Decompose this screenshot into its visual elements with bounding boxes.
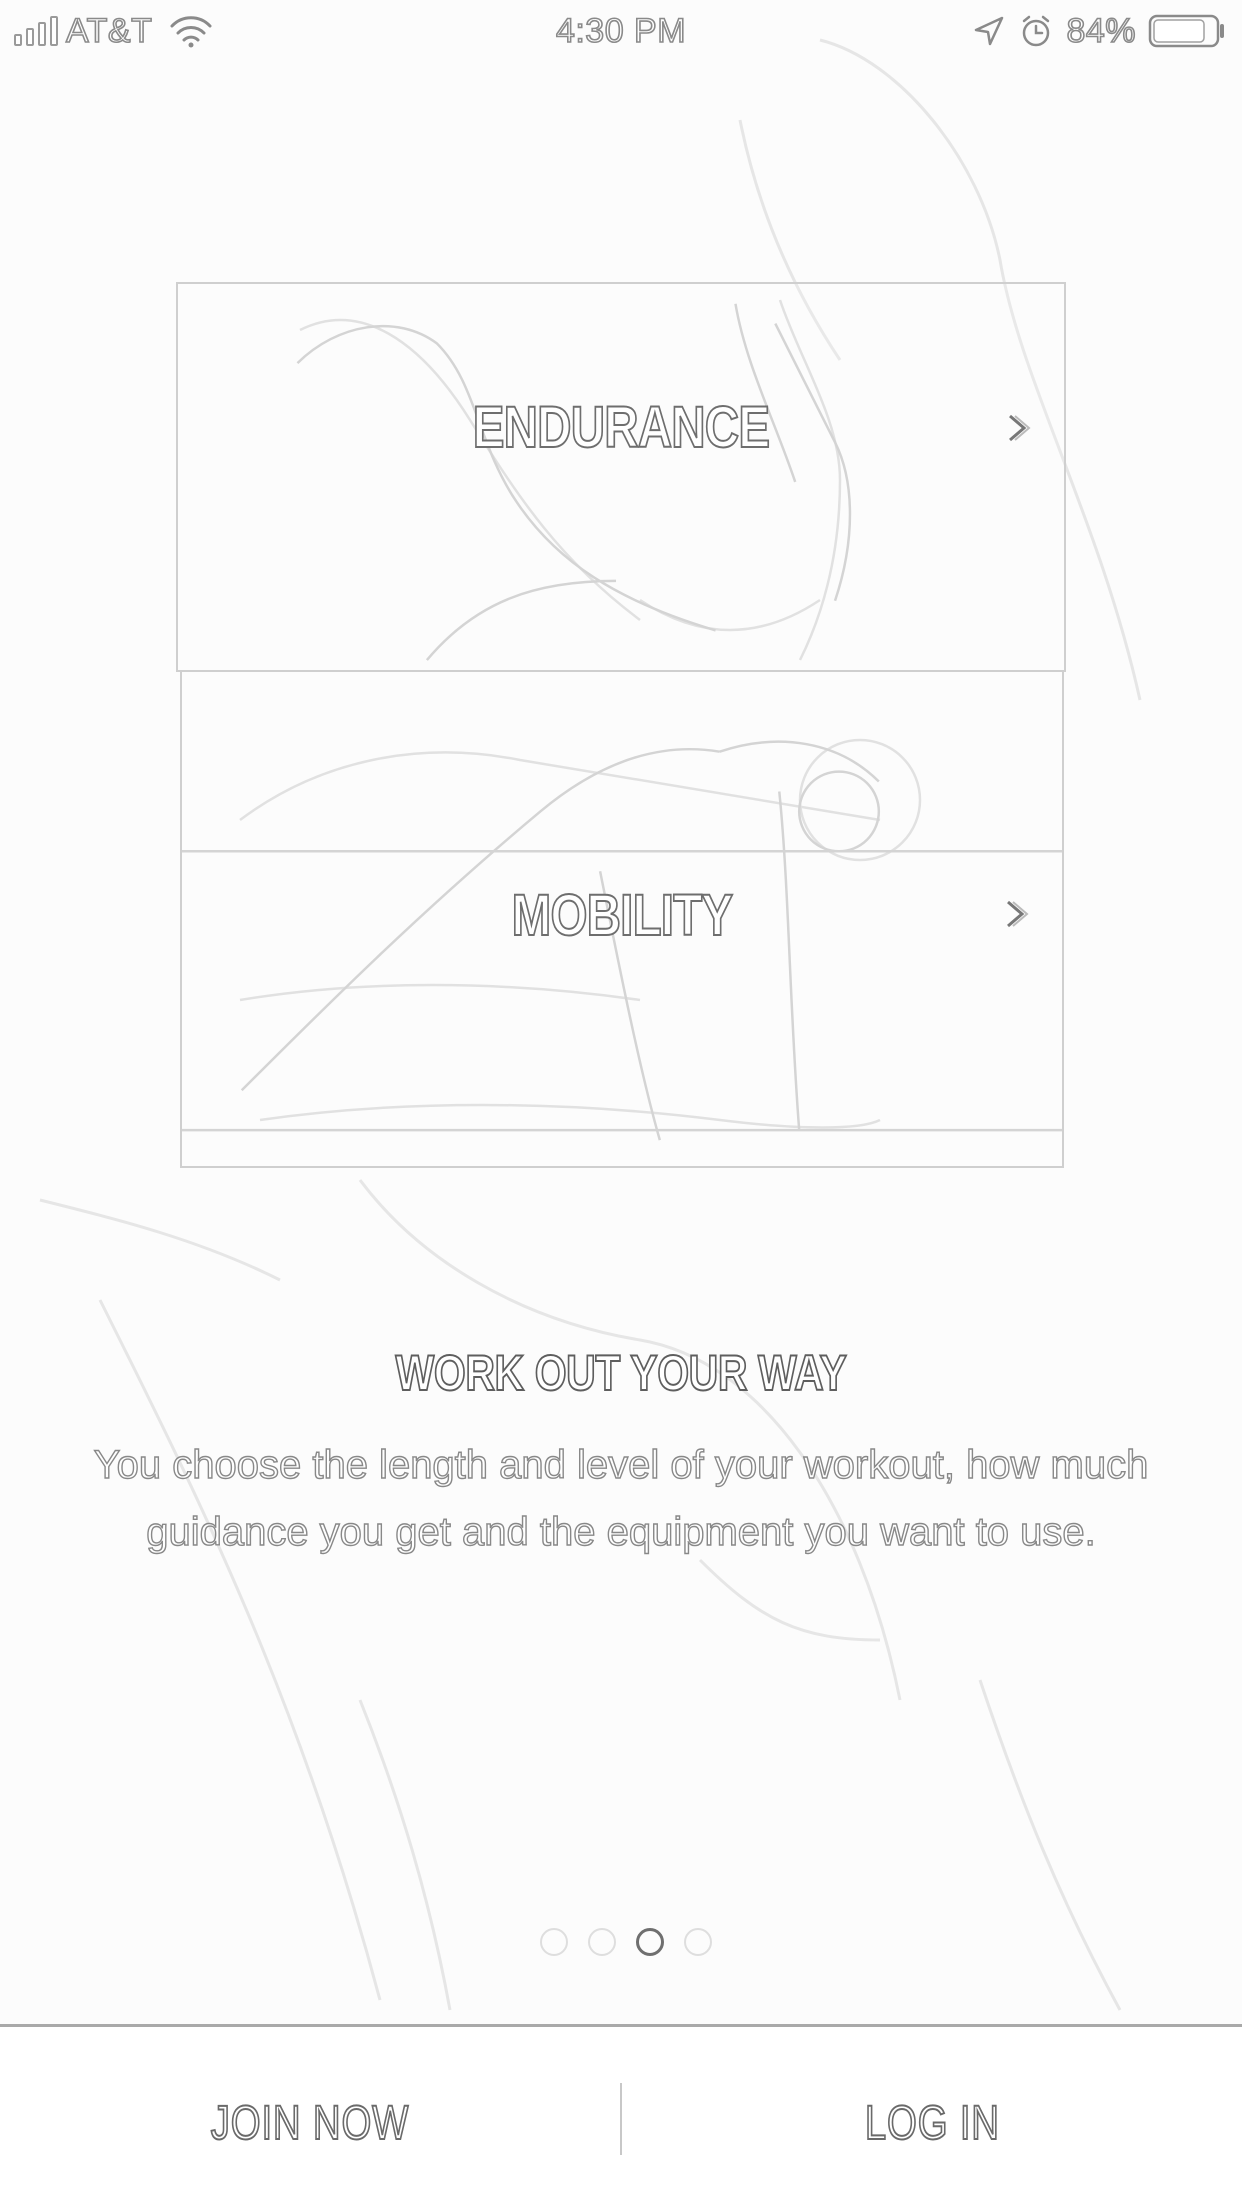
bottom-action-bar: JOIN NOW LOG IN xyxy=(0,2024,1242,2208)
card-endurance[interactable]: ENDURANCE xyxy=(176,282,1066,672)
chevron-right-icon xyxy=(1007,900,1029,928)
page-dot[interactable] xyxy=(588,1928,616,1956)
page-dot[interactable] xyxy=(684,1928,712,1956)
card-endurance-illustration xyxy=(296,303,852,661)
page-description: You choose the length and level of your … xyxy=(93,1442,1149,1554)
join-now-button[interactable]: JOIN NOW xyxy=(0,2027,620,2208)
page-indicator[interactable] xyxy=(0,1928,1242,1956)
location-icon xyxy=(975,16,1004,46)
chevron-right-icon xyxy=(1009,414,1031,442)
page-dot[interactable] xyxy=(540,1928,568,1956)
status-bar: AT&T 4:30 PM 84% xyxy=(0,0,1242,62)
status-right: 84% xyxy=(972,10,1228,52)
log-in-button[interactable]: LOG IN xyxy=(622,2027,1242,2208)
battery-percent: 84% xyxy=(1066,11,1137,51)
log-in-label: LOG IN xyxy=(864,2096,1000,2151)
card-mobility-label: MOBILITY xyxy=(511,882,734,949)
join-now-label: JOIN NOW xyxy=(210,2096,410,2151)
page-dot[interactable] xyxy=(636,1928,664,1956)
page-headline: WORK OUT YOUR WAY xyxy=(395,1344,848,1402)
battery-icon xyxy=(1148,14,1224,48)
card-endurance-label: ENDURANCE xyxy=(472,394,771,461)
card-mobility[interactable]: MOBILITY xyxy=(180,672,1064,1168)
alarm-icon xyxy=(1023,15,1050,47)
